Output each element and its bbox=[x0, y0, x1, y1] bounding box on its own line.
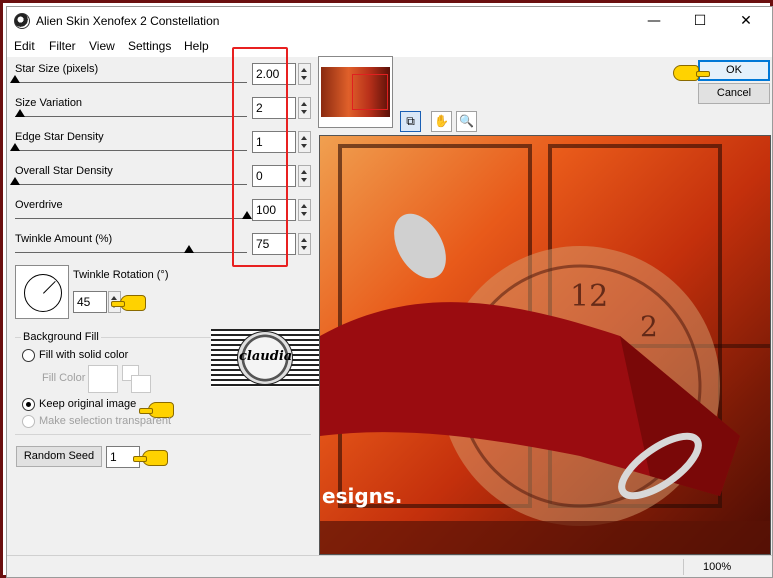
menu-help[interactable]: Help bbox=[184, 39, 209, 53]
slider-thumb[interactable] bbox=[10, 143, 20, 151]
title-bar[interactable]: Alien Skin Xenofex 2 Constellation — ☐ ✕ bbox=[7, 7, 772, 35]
spin-down-icon[interactable] bbox=[301, 144, 307, 148]
pointing-hand-icon bbox=[133, 450, 168, 466]
highlight-box bbox=[232, 47, 288, 267]
slider-track[interactable] bbox=[15, 82, 247, 83]
spin-up-icon[interactable] bbox=[301, 102, 307, 106]
thumbnail-selection[interactable] bbox=[352, 74, 388, 110]
slider-thumb[interactable] bbox=[184, 245, 194, 253]
pointing-hand-icon bbox=[111, 295, 146, 311]
param-label: Size Variation bbox=[15, 97, 83, 109]
hand-icon[interactable]: ✋ bbox=[431, 111, 452, 132]
menu-view[interactable]: View bbox=[89, 39, 115, 53]
zoom-level: 100% bbox=[703, 561, 732, 573]
svg-text:12: 12 bbox=[570, 279, 608, 314]
fill-solid-label[interactable]: Fill with solid color bbox=[39, 349, 128, 361]
random-seed-button[interactable]: Random Seed bbox=[16, 446, 102, 467]
size-variation-spinner[interactable] bbox=[298, 97, 311, 119]
background-fill-label: Background Fill bbox=[21, 331, 101, 343]
fill-solid-radio[interactable] bbox=[22, 349, 35, 362]
menu-filter[interactable]: Filter bbox=[49, 39, 76, 53]
param-label: Overall Star Density bbox=[15, 165, 113, 177]
cancel-button[interactable]: Cancel bbox=[698, 83, 770, 104]
maximize-button[interactable]: ☐ bbox=[677, 7, 723, 35]
window-title: Alien Skin Xenofex 2 Constellation bbox=[36, 14, 220, 28]
watermark-signature: claudia bbox=[239, 349, 293, 364]
transparent-radio bbox=[22, 415, 35, 428]
spin-up-icon[interactable] bbox=[301, 68, 307, 72]
spin-down-icon[interactable] bbox=[301, 178, 307, 182]
dialog-window: Alien Skin Xenofex 2 Constellation — ☐ ✕… bbox=[6, 6, 773, 578]
status-separator bbox=[683, 559, 684, 575]
twinkle-rotation-input[interactable]: 45 bbox=[73, 291, 107, 313]
outer-frame: Alien Skin Xenofex 2 Constellation — ☐ ✕… bbox=[0, 0, 773, 578]
pointing-hand-icon bbox=[673, 65, 710, 81]
spin-up-icon[interactable] bbox=[111, 296, 117, 300]
slider-thumb[interactable] bbox=[10, 75, 20, 83]
fill-color-label: Fill Color bbox=[42, 372, 86, 384]
spin-down-icon[interactable] bbox=[301, 246, 307, 250]
slider-track[interactable] bbox=[15, 252, 247, 253]
preview-caption: esigns. bbox=[322, 484, 403, 508]
twinkle-rotation-label: Twinkle Rotation (°) bbox=[73, 269, 169, 281]
keep-original-radio[interactable] bbox=[22, 398, 35, 411]
overall-star-density-spinner[interactable] bbox=[298, 165, 311, 187]
navigator-thumbnail[interactable] bbox=[318, 56, 393, 128]
minimize-button[interactable]: — bbox=[631, 7, 677, 35]
spin-up-icon[interactable] bbox=[301, 238, 307, 242]
param-label: Twinkle Amount (%) bbox=[15, 233, 113, 245]
close-button[interactable]: ✕ bbox=[723, 7, 769, 35]
slider-track[interactable] bbox=[15, 218, 247, 219]
twinkle-rotation-dial[interactable] bbox=[15, 265, 69, 319]
svg-text:2: 2 bbox=[640, 310, 658, 343]
param-label: Overdrive bbox=[15, 199, 63, 211]
menu-settings[interactable]: Settings bbox=[128, 39, 171, 53]
watermark: claudia bbox=[211, 329, 323, 387]
zoom-icon[interactable]: 🔍 bbox=[456, 111, 477, 132]
spin-down-icon[interactable] bbox=[301, 110, 307, 114]
spin-up-icon[interactable] bbox=[301, 204, 307, 208]
status-bar: 100% bbox=[7, 555, 772, 577]
twinkle-amount-spinner[interactable] bbox=[298, 233, 311, 255]
slider-thumb[interactable] bbox=[10, 177, 20, 185]
slider-thumb[interactable] bbox=[14, 109, 25, 117]
overdrive-spinner[interactable] bbox=[298, 199, 311, 221]
fill-color-swatch-back[interactable] bbox=[131, 375, 151, 393]
param-label: Edge Star Density bbox=[15, 131, 104, 143]
slider-track[interactable] bbox=[15, 150, 247, 151]
preview-toggle-icon[interactable]: ⧉ bbox=[400, 111, 421, 132]
keep-original-label[interactable]: Keep original image bbox=[39, 398, 136, 410]
star-size-spinner[interactable] bbox=[298, 63, 311, 85]
menu-bar: Edit Filter View Settings Help bbox=[7, 35, 772, 57]
transparent-label: Make selection transparent bbox=[39, 415, 172, 427]
spin-up-icon[interactable] bbox=[301, 136, 307, 140]
slider-track[interactable] bbox=[15, 184, 247, 185]
param-label: Star Size (pixels) bbox=[15, 63, 99, 75]
preview-pane[interactable]: 12 2 esigns. bbox=[319, 135, 771, 555]
spin-down-icon[interactable] bbox=[301, 212, 307, 216]
fill-color-swatch[interactable] bbox=[88, 365, 118, 393]
app-icon bbox=[14, 13, 30, 29]
menu-edit[interactable]: Edit bbox=[14, 39, 35, 53]
edge-star-density-spinner[interactable] bbox=[298, 131, 311, 153]
spin-up-icon[interactable] bbox=[301, 170, 307, 174]
slider-track[interactable] bbox=[15, 116, 247, 117]
spin-down-icon[interactable] bbox=[301, 76, 307, 80]
